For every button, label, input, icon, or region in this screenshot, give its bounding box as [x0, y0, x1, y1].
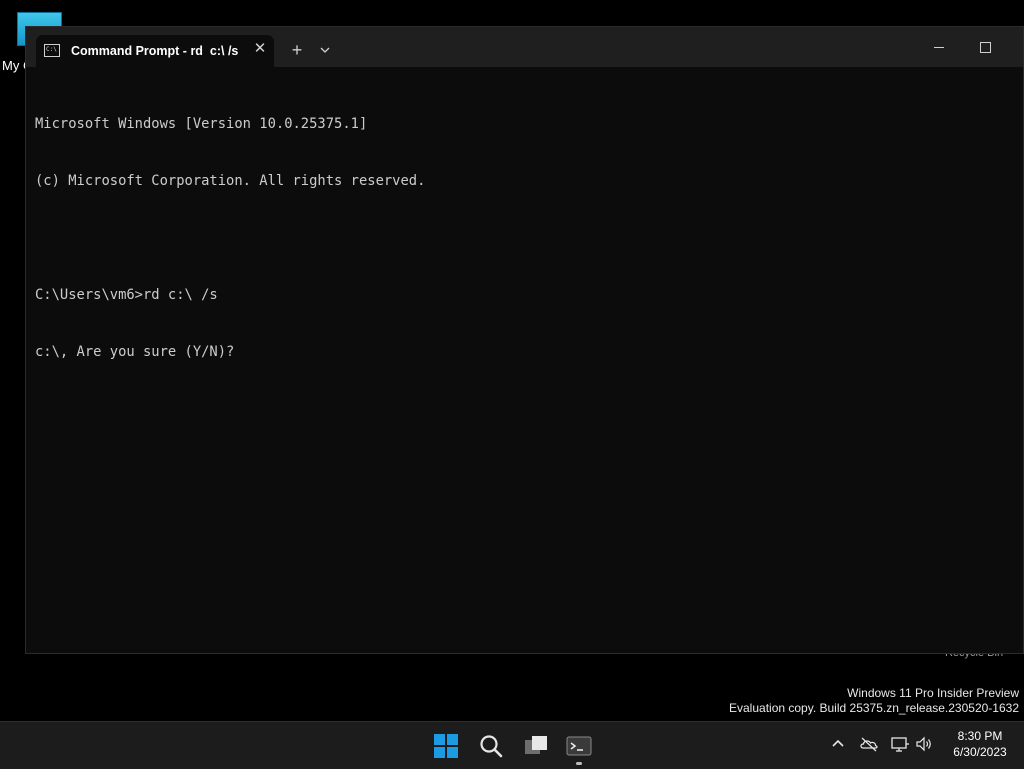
- onedrive-icon: [860, 737, 878, 752]
- taskbar: 8:30 PM 6/30/2023: [0, 721, 1024, 769]
- volume-button[interactable]: [914, 734, 934, 754]
- console-output[interactable]: Microsoft Windows [Version 10.0.25375.1]…: [35, 77, 425, 400]
- console-prompt-line: c:\, Are you sure (Y/N)?: [35, 344, 235, 360]
- close-tab-button[interactable]: ✕: [250, 39, 270, 59]
- task-view-button[interactable]: [518, 728, 554, 764]
- onedrive-button[interactable]: [859, 734, 879, 754]
- console-line: Microsoft Windows [Version 10.0.25375.1]: [35, 116, 368, 132]
- watermark-line-2: Evaluation copy. Build 25375.zn_release.…: [729, 701, 1019, 715]
- terminal-icon: [566, 736, 592, 756]
- network-button[interactable]: [890, 734, 910, 754]
- tab-dropdown-button[interactable]: [314, 39, 336, 61]
- minimize-button[interactable]: [916, 33, 962, 61]
- new-tab-button[interactable]: +: [284, 39, 310, 61]
- clock-time: 8:30 PM: [957, 729, 1003, 743]
- tab-command-prompt[interactable]: C:\ Command Prompt - rd c:\ /s ✕: [36, 35, 274, 67]
- maximize-button[interactable]: [962, 33, 1008, 61]
- search-icon: [480, 735, 503, 758]
- clock-date: 6/30/2023: [953, 745, 1007, 759]
- evaluation-watermark: Windows 11 Pro Insider Preview Evaluatio…: [729, 686, 1019, 716]
- clock[interactable]: 8:30 PM 6/30/2023: [940, 728, 1020, 760]
- task-view-icon: [525, 736, 547, 754]
- console-line: C:\Users\vm6>rd c:\ /s: [35, 287, 218, 303]
- chevron-up-icon: [832, 739, 844, 747]
- title-bar[interactable]: C:\ Command Prompt - rd c:\ /s ✕ +: [26, 27, 1023, 67]
- watermark-line-1: Windows 11 Pro Insider Preview: [847, 686, 1019, 700]
- start-icon: [434, 734, 458, 758]
- terminal-window[interactable]: C:\ Command Prompt - rd c:\ /s ✕ + Micro…: [25, 26, 1024, 654]
- start-button[interactable]: [428, 728, 464, 764]
- search-button[interactable]: [473, 728, 509, 764]
- command-prompt-icon: C:\: [44, 44, 60, 57]
- running-indicator: [576, 762, 582, 765]
- console-line: (c) Microsoft Corporation. All rights re…: [35, 173, 426, 189]
- tab-title: Command Prompt - rd c:\ /s: [71, 44, 239, 58]
- terminal-taskbar-button[interactable]: [561, 728, 597, 764]
- show-hidden-icons-button[interactable]: [828, 734, 848, 754]
- network-icon: [891, 737, 909, 752]
- volume-icon: [916, 736, 931, 752]
- chevron-down-icon: [320, 47, 330, 53]
